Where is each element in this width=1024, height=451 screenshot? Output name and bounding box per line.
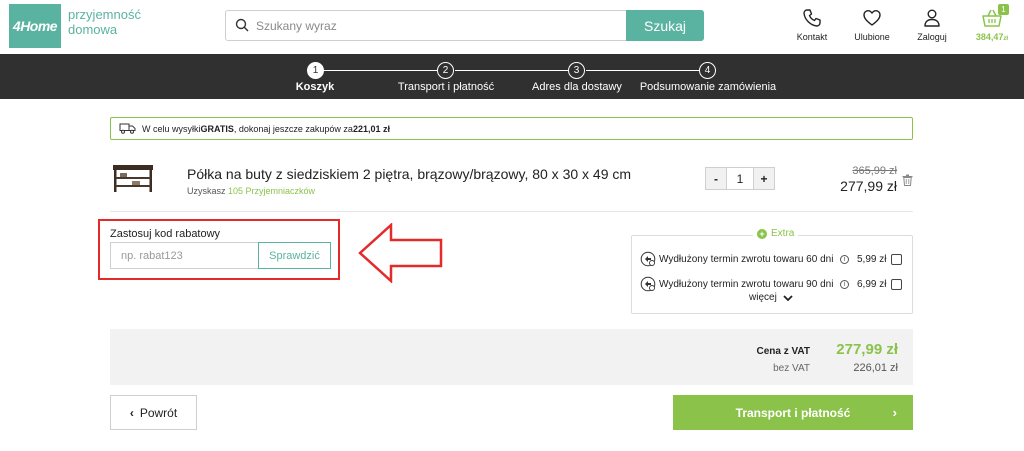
step-1-circle: 1: [307, 62, 324, 79]
red-arrow-annotation: [358, 223, 443, 283]
points-value: 105 Przyjemniaczków: [228, 186, 316, 196]
price-with-vat-label: Cena z VAT: [756, 346, 810, 357]
cart-amount-value: 384,47: [975, 32, 1004, 42]
logo[interactable]: 4Home: [9, 4, 61, 48]
login-label: Zaloguj: [917, 32, 947, 42]
plus-icon: +: [757, 228, 767, 239]
logo-text: 4Home: [12, 18, 58, 34]
contact-link[interactable]: Kontakt: [792, 8, 832, 42]
step-connector: [324, 70, 437, 71]
back-button[interactable]: ‹ Powrót: [110, 395, 197, 430]
price-with-vat-value: 277,99 zł: [836, 341, 898, 358]
user-icon: [924, 9, 940, 27]
price-summary: [110, 329, 913, 385]
price-without-vat-label: bez VAT: [773, 363, 810, 374]
continue-to-shipping-button[interactable]: Transport i płatność ›: [673, 395, 913, 430]
cart-amount: 384,47zł: [976, 32, 1008, 42]
trash-icon[interactable]: [902, 174, 913, 186]
contact-label: Kontakt: [796, 32, 828, 42]
price-without-vat-value: 226,01 zł: [853, 362, 898, 374]
favorites-link[interactable]: Ulubione: [851, 8, 893, 42]
notice-amount: 221,01 zł: [352, 123, 390, 134]
chevron-right-icon: ›: [892, 405, 897, 420]
step-4-label: Podsumowanie zamówienia: [639, 81, 777, 93]
product-points: Uzyskasz 105 Przyjemniaczków: [187, 186, 315, 196]
step-1-label: Koszyk: [295, 81, 335, 93]
site-header: 4Home przyjemność domowa Szukaj Kontakt …: [0, 0, 1024, 54]
step-3-label: Adres dla dostawy: [532, 81, 622, 93]
product-title[interactable]: Półka na buty z siedziskiem 2 piętra, br…: [187, 166, 631, 182]
search-icon: [235, 18, 249, 32]
info-icon[interactable]: i: [840, 279, 849, 289]
quantity-value[interactable]: 1: [727, 167, 753, 190]
back-button-label: Powrót: [139, 405, 178, 420]
step-2-label: Transport i płatność: [397, 81, 495, 93]
checkout-steps: 1 2 3 4 Koszyk Transport i płatność Adre…: [0, 54, 1024, 99]
info-icon[interactable]: i: [840, 254, 849, 264]
extra-option-row[interactable]: Wydłużony termin zwrotu towaru 90 dni i …: [640, 275, 908, 293]
chevron-down-icon: [783, 294, 793, 301]
current-price: 277,99 zł: [840, 178, 897, 194]
discount-check-button[interactable]: Sprawdzić: [258, 242, 331, 269]
cart-count-badge: 1: [998, 4, 1009, 15]
delivery-truck-icon: [119, 123, 136, 134]
heart-icon: [863, 9, 881, 26]
divider: [110, 211, 913, 212]
step-connector: [455, 70, 568, 71]
step-4-circle: 4: [699, 62, 716, 79]
show-more-toggle[interactable]: więcej: [749, 292, 793, 303]
chevron-left-icon: ‹: [129, 405, 134, 420]
old-price: 365,99 zł: [852, 165, 897, 177]
step-3-circle: 3: [568, 62, 585, 79]
extra-option-price: 6,99 zł: [857, 278, 887, 290]
tagline-line1: przyjemność: [68, 7, 141, 22]
continue-button-label: Transport i płatność: [735, 405, 851, 420]
show-more-label: więcej: [749, 292, 777, 303]
login-link[interactable]: Zaloguj: [913, 8, 951, 42]
quantity-increase-button[interactable]: +: [753, 167, 775, 190]
phone-icon: [803, 9, 821, 27]
search-input[interactable]: [256, 14, 646, 37]
extra-option-checkbox[interactable]: [891, 253, 902, 265]
quantity-decrease-button[interactable]: -: [705, 167, 727, 190]
product-image[interactable]: [110, 163, 156, 193]
cart-currency: zł: [1003, 36, 1009, 42]
return-extension-icon: [640, 251, 656, 267]
notice-middle: , dokonaj jeszcze zakupów za: [233, 123, 353, 134]
return-extension-icon: [640, 276, 656, 292]
search-bar: Szukaj: [225, 10, 704, 41]
discount-code-label: Zastosuj kod rabatowy: [110, 228, 221, 240]
extra-option-checkbox[interactable]: [891, 278, 902, 290]
extra-heading: + Extra: [753, 228, 799, 239]
tagline-line2: domowa: [68, 22, 118, 37]
step-2-circle: 2: [437, 62, 454, 79]
notice-prefix: W celu wysyłki: [142, 123, 201, 134]
notice-free: GRATIS: [200, 123, 234, 134]
tagline: przyjemność domowa: [68, 7, 141, 37]
free-shipping-notice: W celu wysyłki GRATIS , dokonaj jeszcze …: [110, 117, 913, 140]
favorites-label: Ulubione: [854, 32, 890, 42]
extra-option-label: Wydłużony termin zwrotu towaru 90 dni: [659, 278, 834, 290]
extra-option-price: 5,99 zł: [857, 253, 887, 265]
extra-option-label: Wydłużony termin zwrotu towaru 60 dni: [659, 253, 834, 265]
points-prefix: Uzyskasz: [187, 186, 229, 196]
discount-code-input[interactable]: [110, 242, 258, 269]
step-connector: [586, 70, 699, 71]
search-button[interactable]: Szukaj: [626, 10, 704, 41]
extra-option-row[interactable]: Wydłużony termin zwrotu towaru 60 dni i …: [640, 250, 908, 268]
extra-heading-label: Extra: [771, 228, 795, 239]
quantity-stepper: - 1 +: [705, 167, 775, 190]
